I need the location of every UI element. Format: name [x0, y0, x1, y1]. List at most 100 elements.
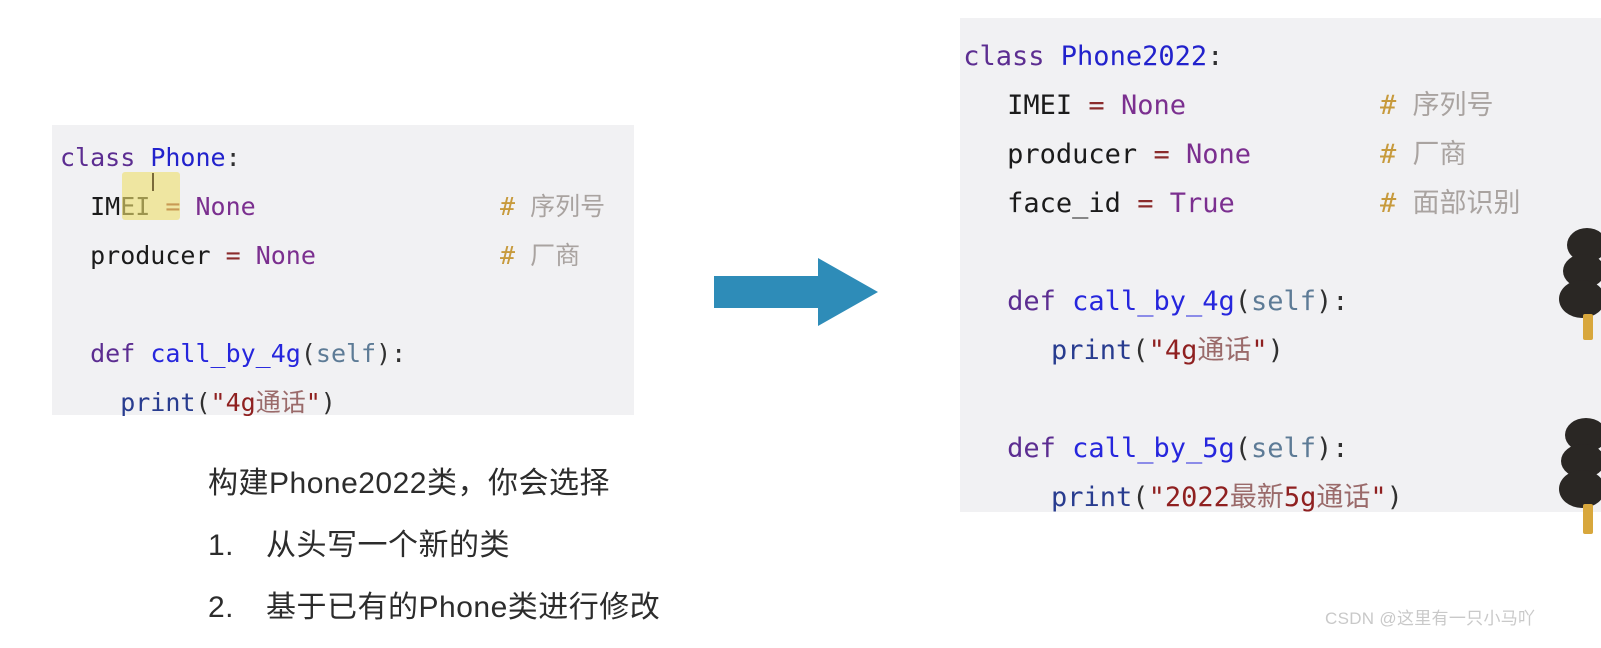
- code-comment: # 厂商: [1380, 130, 1467, 179]
- code-token-op: =: [165, 192, 181, 221]
- code-token-punc: ): [1267, 335, 1284, 366]
- code-token-builtin: print: [1051, 482, 1133, 513]
- code-line: IMEI = None # 序列号: [960, 81, 1601, 130]
- comment-hash-icon: #: [1380, 188, 1397, 219]
- code-line: print("4g通话"): [960, 326, 1601, 375]
- code-token-fn: call_by_4g: [150, 339, 301, 368]
- code-line: print("4g通话"): [60, 378, 634, 427]
- code-token-punc: :: [1207, 41, 1224, 72]
- code-token-class: Phone: [150, 143, 226, 172]
- code-token-punc: (: [300, 339, 316, 368]
- code-token-punc: ): [1316, 286, 1333, 317]
- comment-text: 序列号: [515, 192, 606, 221]
- code-token-punc: ): [1386, 482, 1403, 513]
- code-token-const: None: [1120, 90, 1186, 121]
- code-token-punc: (: [195, 388, 211, 417]
- code-token-str: ": [1148, 335, 1165, 366]
- code-token-builtin: print: [1051, 335, 1133, 366]
- code-token-kw: class: [963, 41, 1045, 72]
- code-token-builtin: print: [120, 388, 196, 417]
- code-token-plain: producer: [1007, 139, 1138, 170]
- code-token-plain: IMEI: [1007, 90, 1073, 121]
- code-token-fn: call_by_4g: [1072, 286, 1235, 317]
- option-label-1: 从头写一个新的类: [266, 529, 510, 562]
- code-token-punc: :: [1332, 433, 1349, 464]
- option-number-1: 1.: [208, 529, 235, 562]
- left-code-panel: class Phone: IMEI = None # 序列号 producer = N…: [52, 125, 634, 417]
- code-line: def call_by_4g(self):: [60, 329, 634, 378]
- code-token-punc: :: [1332, 286, 1349, 317]
- code-line: print("2022最新5g通话"): [960, 473, 1601, 522]
- code-token-kw: def: [90, 339, 136, 368]
- code-token-punc: (: [1132, 335, 1149, 366]
- code-token-punc: ): [320, 388, 336, 417]
- question-prompt: 构建Phone2022类，你会选择: [208, 467, 610, 500]
- code-token-self: self: [1251, 286, 1317, 317]
- right-code-panel: class Phone2022: IMEI = None # 序列号 producer…: [960, 18, 1601, 513]
- comment-text: 面部识别: [1396, 188, 1521, 219]
- code-token-str-cjk: 通话: [1197, 335, 1252, 366]
- question-block: 构建Phone2022类，你会选择 1. 从头写一个新的类 2. 基于已有的Phon…: [208, 458, 928, 634]
- code-token-str-cjk: 通话: [255, 388, 306, 417]
- code-token-op: =: [1088, 90, 1105, 121]
- comment-hash-icon: #: [500, 192, 516, 221]
- watermark: CSDN @这里有一只小马吖: [1325, 609, 1536, 628]
- edge-sticker-bottom: [1553, 418, 1601, 536]
- comment-hash-icon: #: [1380, 90, 1397, 121]
- code-token-str: 5g: [1283, 482, 1317, 513]
- code-token-plain: producer: [90, 241, 211, 270]
- code-line: producer = None # 厂商: [960, 130, 1601, 179]
- comment-text: 序列号: [1396, 90, 1494, 121]
- comment-text: 厂商: [515, 241, 581, 270]
- option-label-2: 基于已有的Phone类进行修改: [266, 591, 661, 624]
- code-token-class: Phone2022: [1060, 41, 1208, 72]
- code-token-str: ": [1251, 335, 1268, 366]
- code-line: producer = None # 厂商: [60, 231, 634, 280]
- code-token-str-cjk: 最新: [1229, 482, 1284, 513]
- code-token-kw: def: [1007, 286, 1056, 317]
- comment-text: 厂商: [1396, 139, 1467, 170]
- code-token-plain: IMEI: [90, 192, 151, 221]
- code-token-str: ": [305, 388, 321, 417]
- option-item-2: 2. 基于已有的Phone类进行修改: [208, 582, 928, 634]
- code-token-punc: ): [376, 339, 392, 368]
- code-token-const: None: [195, 192, 256, 221]
- code-token-str: ": [1148, 482, 1165, 513]
- code-token-punc: :: [225, 143, 241, 172]
- code-line: class Phone2022:: [960, 32, 1601, 81]
- edge-sticker-top: [1553, 228, 1601, 340]
- option-item-1: 1. 从头写一个新的类: [208, 520, 928, 572]
- code-token-str: 4g: [1164, 335, 1198, 366]
- code-token-str: ": [210, 388, 226, 417]
- code-token-str-cjk: 通话: [1316, 482, 1371, 513]
- code-token-punc: (: [1234, 433, 1251, 464]
- code-token-fn: call_by_5g: [1072, 433, 1235, 464]
- code-token-const: True: [1169, 188, 1235, 219]
- code-token-op: =: [1153, 139, 1170, 170]
- comment-hash-icon: #: [500, 241, 516, 270]
- code-line: IMEI = None # 序列号: [60, 182, 634, 231]
- code-token-self: self: [315, 339, 377, 368]
- option-number-2: 2.: [208, 591, 235, 624]
- code-token-punc: :: [391, 339, 407, 368]
- code-token-op: =: [1137, 188, 1154, 219]
- code-token-op: =: [225, 241, 241, 270]
- code-line: face_id = True # 面部识别: [960, 179, 1601, 228]
- arrow-right-icon: [714, 256, 878, 328]
- code-comment: # 序列号: [1380, 81, 1494, 130]
- code-comment: # 厂商: [500, 231, 580, 280]
